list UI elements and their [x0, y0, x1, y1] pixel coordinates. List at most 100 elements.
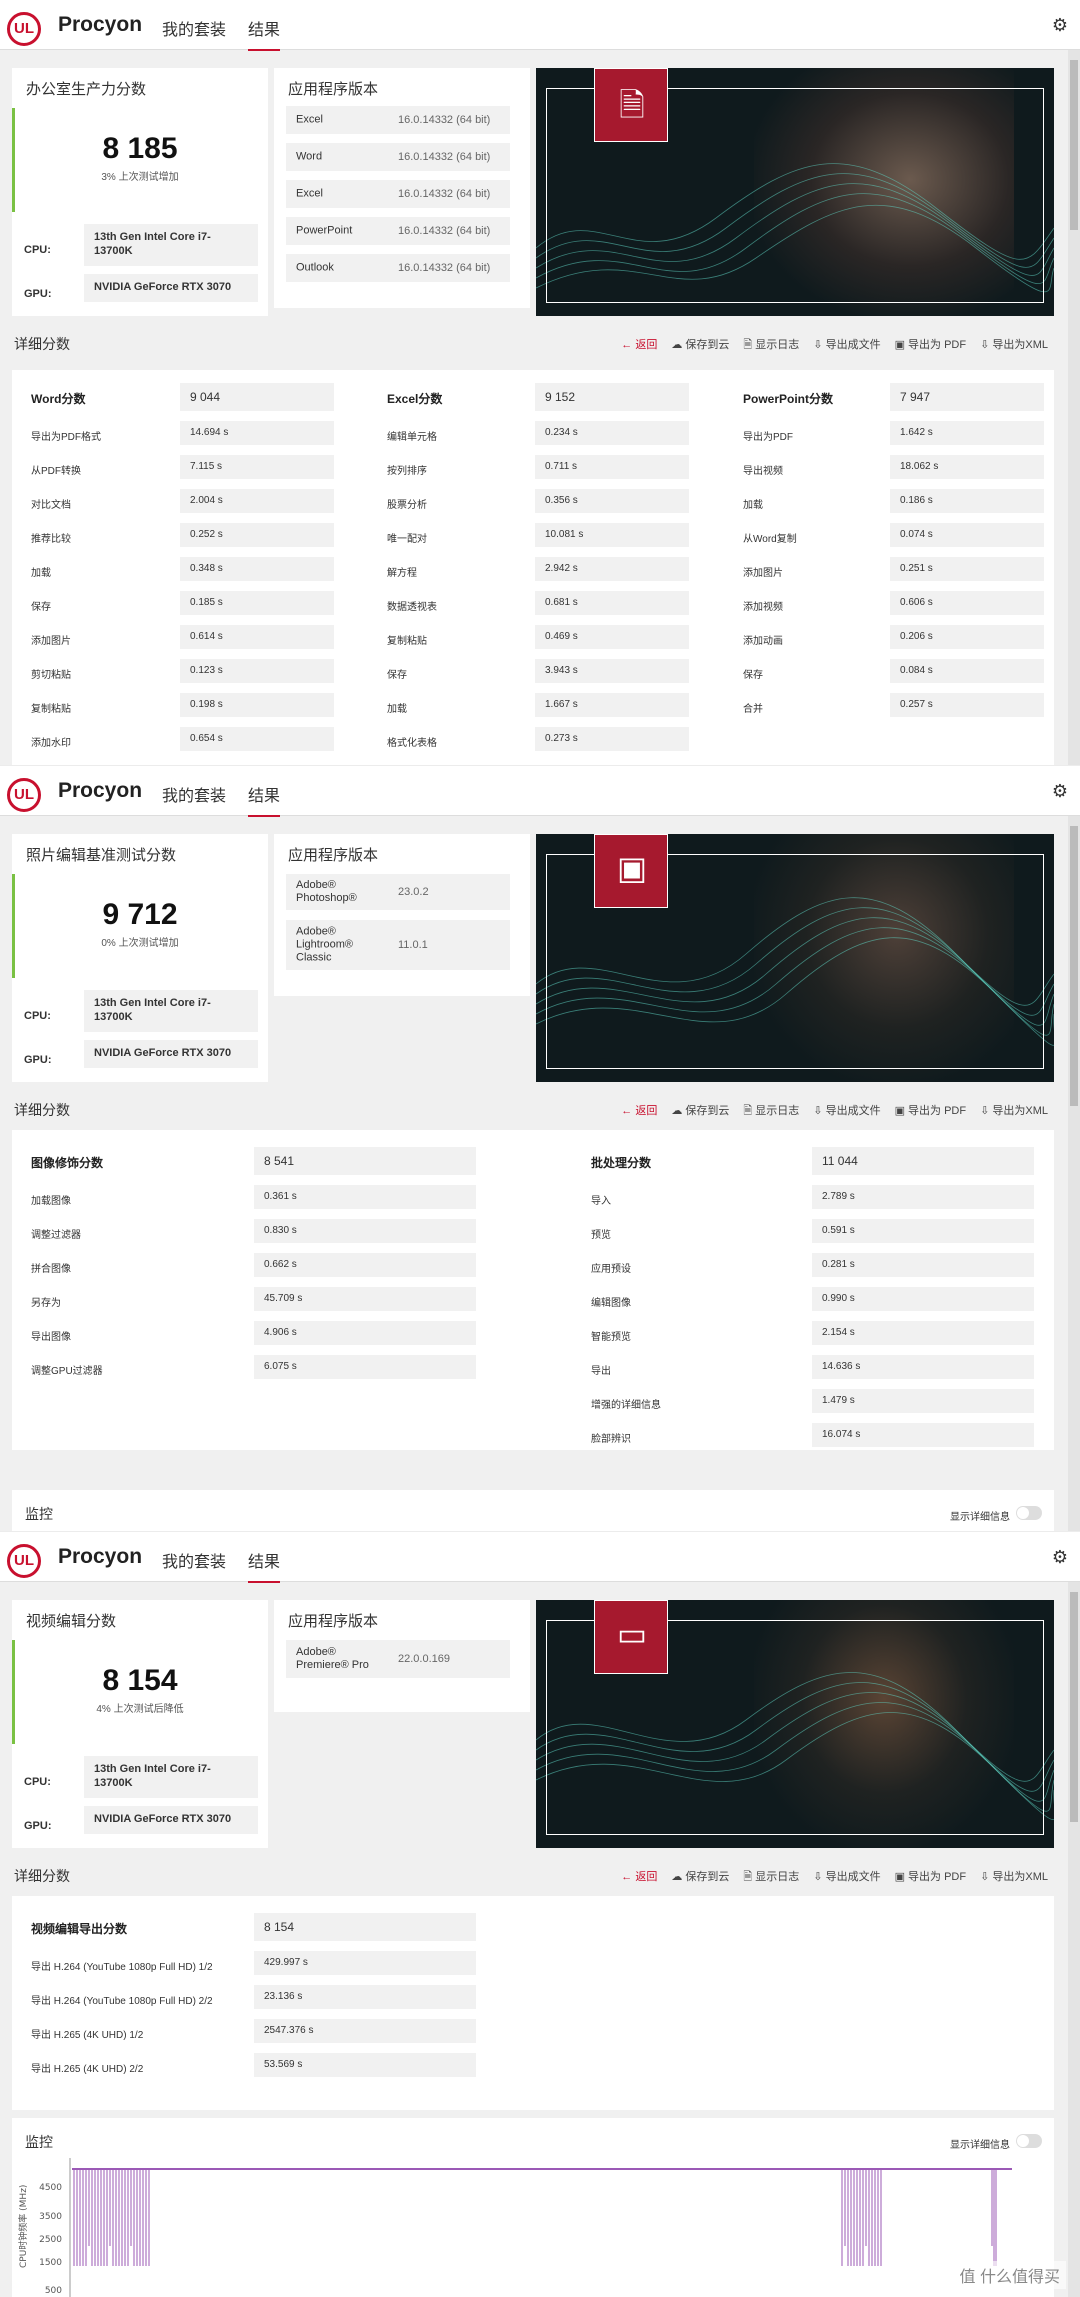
- score-heading-value: 9 044: [180, 383, 334, 411]
- export-file-button[interactable]: ⇩ 导出成文件: [813, 1868, 880, 1887]
- score-title: 照片编辑基准测试分数: [26, 847, 177, 864]
- metric-label: 保存: [387, 670, 407, 681]
- metric-label: 添加水印: [31, 738, 71, 749]
- metric-label: 按列排序: [387, 466, 427, 477]
- gear-icon[interactable]: ⚙: [1052, 15, 1068, 36]
- show-log-button[interactable]: 🗎 显示日志: [743, 1868, 799, 1887]
- metric-label: 加载: [387, 704, 407, 715]
- score-heading: 批处理分数: [591, 1156, 652, 1170]
- score-value: 8 154: [102, 1664, 178, 1697]
- result-toolbar: ← 返回 ☁ 保存到云 🗎 显示日志 ⇩ 导出成文件 ▣ 导出为 PDF ⇩ 导…: [621, 1868, 1048, 1887]
- metric-value: 1.667 s: [535, 693, 689, 717]
- metric-label: 从PDF转换: [31, 466, 81, 477]
- score-card: 照片编辑基准测试分数 9 712 0% 上次测试增加 CPU: 13th Gen…: [12, 834, 268, 1082]
- score-value: 8 185: [102, 132, 178, 165]
- nav-results[interactable]: 结果: [248, 1548, 281, 1583]
- gear-icon[interactable]: ⚙: [1052, 1547, 1068, 1568]
- top-bar: UL Procyon 我的套装 结果 ⚙: [0, 1532, 1080, 1583]
- export-pdf-button[interactable]: ▣ 导出为 PDF: [895, 1102, 967, 1121]
- gear-icon[interactable]: ⚙: [1052, 781, 1068, 802]
- back-button[interactable]: ← 返回: [621, 1868, 657, 1887]
- gpu-label: GPU:: [24, 1820, 52, 1832]
- metric-label: 编辑图像: [591, 1298, 631, 1309]
- gpu-value: NVIDIA GeForce RTX 3070: [84, 1806, 258, 1834]
- score-card: 办公室生产力分数 8 185 3% 上次测试增加 CPU: 13th Gen I…: [12, 68, 268, 316]
- brand-name: Procyon: [58, 779, 143, 802]
- metric-label: 加载: [743, 500, 763, 511]
- scrollbar[interactable]: [1068, 50, 1080, 765]
- metric-value: 23.136 s: [254, 1985, 476, 2009]
- show-log-button[interactable]: 🗎 显示日志: [743, 336, 799, 355]
- metric-label: 添加图片: [743, 568, 783, 579]
- version-row: Excel 16.0.14332 (64 bit): [286, 106, 510, 134]
- metric-label: 复制粘贴: [387, 636, 427, 647]
- metric-value: 18.062 s: [890, 455, 1044, 479]
- version-row: Adobe® Photoshop® 23.0.2: [286, 874, 510, 910]
- app-versions: 应用程序版本 Excel 16.0.14332 (64 bit) Word 16.0…: [274, 68, 530, 308]
- version-row: Outlook 16.0.14332 (64 bit): [286, 254, 510, 282]
- monitor-toggle-label: 显示详细信息: [950, 1512, 1010, 1523]
- back-button[interactable]: ← 返回: [621, 336, 657, 355]
- metric-value: 429.997 s: [254, 1951, 476, 1975]
- nav-results[interactable]: 结果: [248, 782, 281, 817]
- detail-title: 详细分数: [14, 1102, 70, 1118]
- score-heading: Excel分数: [387, 392, 443, 406]
- metric-label: 导出为PDF: [743, 432, 793, 443]
- export-pdf-button[interactable]: ▣ 导出为 PDF: [895, 336, 967, 355]
- metric-value: 0.186 s: [890, 489, 1044, 513]
- monitor-title: 监控: [25, 1506, 53, 1522]
- export-file-button[interactable]: ⇩ 导出成文件: [813, 336, 880, 355]
- save-cloud-button[interactable]: ☁ 保存到云: [671, 1868, 729, 1887]
- metric-value: 14.636 s: [812, 1355, 1034, 1379]
- metric-label: 从Word复制: [743, 534, 797, 545]
- export-xml-button[interactable]: ⇩ 导出为XML: [980, 336, 1048, 355]
- save-cloud-button[interactable]: ☁ 保存到云: [671, 336, 729, 355]
- metric-value: 0.251 s: [890, 557, 1044, 581]
- scrollbar[interactable]: [1068, 1582, 1080, 2297]
- nav-my-suites[interactable]: 我的套装: [162, 782, 226, 806]
- score-heading-value: 8 541: [254, 1147, 476, 1175]
- y-tick-label: 1500: [39, 2258, 62, 2268]
- back-button[interactable]: ← 返回: [621, 1102, 657, 1121]
- metric-value: 0.074 s: [890, 523, 1044, 547]
- score-change: 3% 上次测试增加: [101, 172, 179, 183]
- score-heading: 图像修饰分数: [31, 1156, 104, 1170]
- metric-label: 股票分析: [387, 500, 427, 511]
- metric-label: 增强的详细信息: [591, 1400, 661, 1411]
- metric-value: 6.075 s: [254, 1355, 476, 1379]
- metric-label: 解方程: [387, 568, 417, 579]
- metric-value: 0.198 s: [180, 693, 334, 717]
- metric-label: 脸部辨识: [591, 1434, 631, 1445]
- photo-panel: UL Procyon 我的套装 结果 ⚙ 照片编辑基准测试分数 9 712 0%…: [0, 766, 1080, 1531]
- top-bar: UL Procyon 我的套装 结果 ⚙: [0, 766, 1080, 817]
- gpu-label: GPU:: [24, 288, 52, 300]
- export-xml-button[interactable]: ⇩ 导出为XML: [980, 1868, 1048, 1887]
- score-heading-value: 7 947: [890, 383, 1044, 411]
- scrollbar[interactable]: [1068, 816, 1080, 1531]
- y-tick-label: 500: [45, 2286, 62, 2296]
- monitor-toggle[interactable]: [1016, 1506, 1042, 1520]
- metric-label: 智能预览: [591, 1332, 631, 1343]
- score-heading-value: 11 044: [812, 1147, 1034, 1175]
- gpu-value: NVIDIA GeForce RTX 3070: [84, 274, 258, 302]
- nav-my-suites[interactable]: 我的套装: [162, 16, 226, 40]
- nav-results[interactable]: 结果: [248, 16, 281, 51]
- nav-my-suites[interactable]: 我的套装: [162, 1548, 226, 1572]
- export-pdf-button[interactable]: ▣ 导出为 PDF: [895, 1868, 967, 1887]
- metric-value: 2.154 s: [812, 1321, 1034, 1345]
- metric-value: 4.906 s: [254, 1321, 476, 1345]
- version-row: Word 16.0.14332 (64 bit): [286, 143, 510, 171]
- save-cloud-button[interactable]: ☁ 保存到云: [671, 1102, 729, 1121]
- metric-value: 0.252 s: [180, 523, 334, 547]
- brand-name: Procyon: [58, 1545, 143, 1568]
- app-versions: 应用程序版本 Adobe® Photoshop® 23.0.2 Adobe® Li…: [274, 834, 530, 996]
- export-xml-button[interactable]: ⇩ 导出为XML: [980, 1102, 1048, 1121]
- score-card: 视频编辑分数 8 154 4% 上次测试后降低 CPU: 13th Gen In…: [12, 1600, 268, 1848]
- score-title: 办公室生产力分数: [26, 81, 147, 98]
- y-tick-label: 3500: [39, 2212, 62, 2222]
- export-file-button[interactable]: ⇩ 导出成文件: [813, 1102, 880, 1121]
- video-panel: UL Procyon 我的套装 结果 ⚙ 视频编辑分数 8 154 4% 上次测…: [0, 1532, 1080, 2297]
- metric-label: 加载: [31, 568, 51, 579]
- metric-value: 0.681 s: [535, 591, 689, 615]
- show-log-button[interactable]: 🗎 显示日志: [743, 1102, 799, 1121]
